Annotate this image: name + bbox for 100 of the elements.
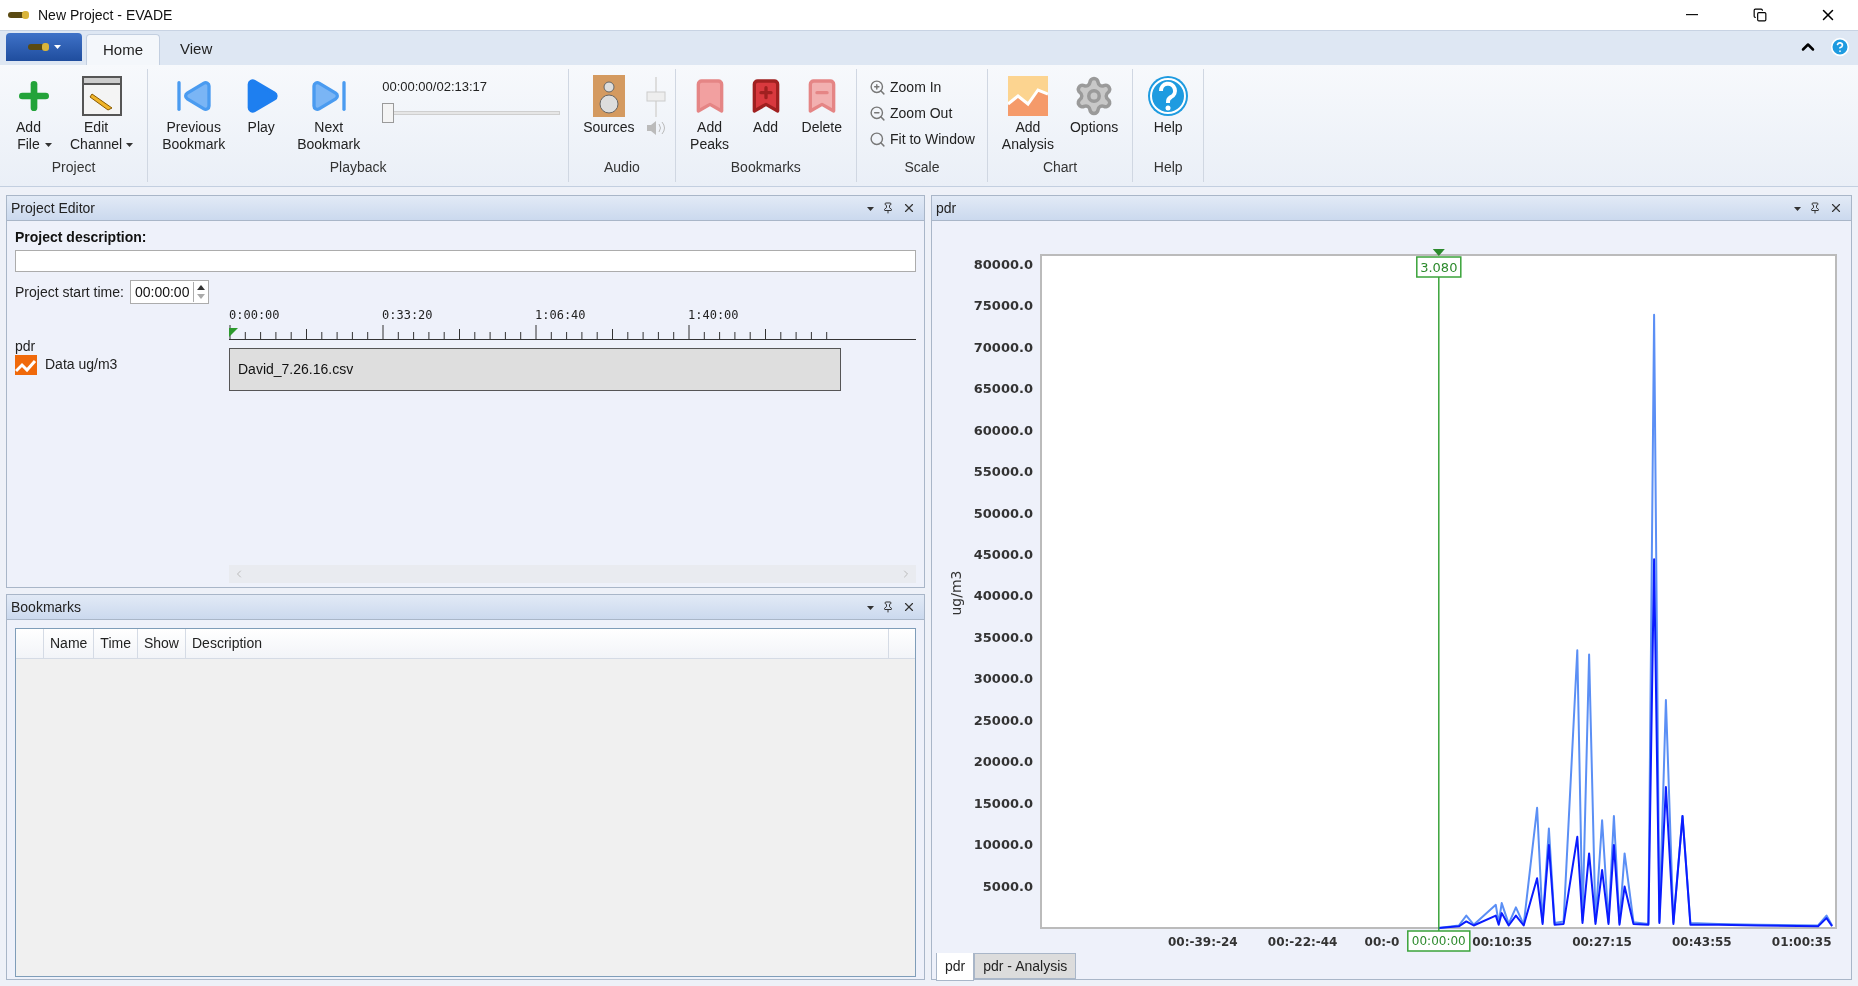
x-tick-label: 00:27:15: [1572, 935, 1632, 949]
application-menu-button[interactable]: [6, 33, 82, 61]
x-tick-label: 00:43:55: [1672, 935, 1732, 949]
y-tick-label: 5000.0: [982, 878, 1033, 894]
help-icon: [1147, 75, 1190, 117]
column-header[interactable]: Show: [137, 629, 186, 658]
panel-title: Bookmarks: [11, 597, 83, 617]
scale-button[interactable]: Fit to Window: [865, 129, 979, 150]
ribbon-button[interactable]: Add File: [8, 73, 60, 153]
speaker-icon: [592, 75, 625, 117]
restore-icon: [1753, 8, 1767, 22]
y-tick-label: 25000.0: [973, 712, 1033, 728]
horizontal-scrollbar[interactable]: [229, 565, 916, 583]
y-tick-label: 55000.0: [973, 464, 1033, 480]
caret-icon: [53, 45, 61, 49]
magnifier-icon: [869, 131, 887, 148]
y-tick-label: 65000.0: [973, 381, 1033, 397]
y-tick-label: 20000.0: [973, 754, 1033, 770]
minimize-icon: [1686, 14, 1698, 16]
ribbon-button[interactable]: Add: [739, 73, 792, 136]
y-tick-label: 40000.0: [973, 588, 1033, 604]
ribbon-button[interactable]: Previous Bookmark: [156, 73, 232, 153]
ribbon-tab[interactable]: View: [164, 34, 229, 65]
panel-title: pdr: [936, 198, 958, 218]
ribbon-button[interactable]: Next Bookmark: [291, 73, 367, 153]
y-tick-label: 10000.0: [973, 837, 1033, 853]
x-tick-label: 01:00:35: [1771, 935, 1832, 949]
window-pencil-icon: [81, 76, 122, 116]
group-label: Project: [51, 158, 96, 177]
timeline-label: 1:40:00: [688, 307, 739, 324]
y-tick-label: 75000.0: [973, 298, 1033, 314]
ribbon-button[interactable]: Help: [1141, 73, 1196, 136]
pin-icon: [882, 202, 894, 214]
channel-data-label: Data ug/m3: [45, 355, 118, 374]
description-field[interactable]: [15, 250, 916, 272]
ribbon-button[interactable]: Play: [235, 73, 288, 136]
group-label: Audio: [603, 158, 640, 177]
zoom-in-icon: [869, 79, 887, 96]
x-tick-label: 00:-0: [1364, 935, 1400, 949]
playback-time: 00:00:00/02:13:17: [382, 78, 489, 96]
close-icon: [902, 201, 916, 215]
ribbon-button[interactable]: Add Peaks: [683, 73, 736, 153]
ribbon-button[interactable]: Edit Channel: [64, 73, 140, 153]
chart-tab[interactable]: pdr: [936, 953, 975, 981]
y-tick-label: 45000.0: [973, 547, 1033, 563]
timeline-label: 1:06:40: [535, 307, 586, 324]
y-tick-label: 15000.0: [973, 795, 1033, 811]
close-icon: [1829, 201, 1843, 215]
column-header[interactable]: Time: [94, 629, 138, 658]
y-tick-label: 60000.0: [973, 422, 1033, 438]
telescope-logo-icon: [8, 10, 30, 20]
start-time-label: Project start time:: [15, 282, 124, 302]
x-tick-label: 00:-39:-24: [1168, 935, 1238, 949]
chart-tab[interactable]: pdr - Analysis: [974, 953, 1077, 979]
y-tick-label: 50000.0: [973, 505, 1033, 521]
file-clip[interactable]: David_7.26.16.csv: [229, 348, 841, 391]
start-time-spinner[interactable]: 00:00:00: [129, 280, 210, 304]
slider-thumb[interactable]: [382, 102, 395, 123]
y-axis-label: ug/m3: [948, 570, 964, 616]
x-tick-label: 00:10:35: [1472, 935, 1533, 949]
timeline-label: 0:00:00: [229, 307, 280, 324]
cursor-value-tag: 3.080: [1416, 256, 1462, 278]
y-tick-label: 35000.0: [973, 629, 1033, 645]
ref-line-label: 00:00:00: [1411, 934, 1466, 948]
ribbon-button[interactable]: Delete: [795, 73, 849, 136]
speaker-volume-icon: [645, 121, 666, 135]
y-tick-label: 70000.0: [973, 339, 1033, 355]
pin-icon: [1809, 202, 1821, 214]
ribbon-tab[interactable]: Home: [86, 34, 160, 65]
area-chart-icon: [1007, 76, 1048, 116]
timeline-label: 0:33:20: [382, 307, 433, 324]
pin-icon: [882, 601, 894, 613]
zoom-out-icon: [869, 105, 887, 122]
ribbon-button[interactable]: Sources: [577, 73, 641, 136]
y-tick-label: 30000.0: [973, 671, 1033, 687]
close-icon: [902, 600, 916, 614]
group-label: Bookmarks: [730, 158, 801, 177]
caret-icon: [1794, 206, 1801, 211]
help-button[interactable]: [1830, 37, 1850, 57]
scale-button[interactable]: Zoom Out: [865, 103, 979, 124]
group-label: Chart: [1042, 158, 1078, 177]
caret-icon: [867, 605, 874, 610]
ribbon-button[interactable]: Options: [1064, 73, 1125, 136]
playback-slider[interactable]: [382, 100, 561, 125]
group-label: Scale: [904, 158, 940, 177]
cursor-time-tag: 00:00:00: [1407, 930, 1471, 952]
help-icon: [1830, 37, 1850, 57]
volume-slider-icon: [644, 77, 667, 117]
telescope-logo-icon: [27, 42, 50, 52]
y-tick-label: 80000.0: [973, 256, 1033, 272]
panel-title: Project Editor: [11, 198, 97, 218]
ribbon-button[interactable]: Add Analysis: [995, 73, 1060, 153]
caret-icon: [867, 206, 874, 211]
description-label: Project description:: [15, 228, 148, 247]
line-chart-icon: [15, 354, 37, 375]
channel-name: pdr: [15, 338, 37, 354]
window-title: New Project - EVADE: [38, 5, 174, 25]
scale-button[interactable]: Zoom In: [865, 77, 979, 98]
column-header[interactable]: Description: [186, 629, 889, 658]
column-header[interactable]: Name: [44, 629, 95, 658]
